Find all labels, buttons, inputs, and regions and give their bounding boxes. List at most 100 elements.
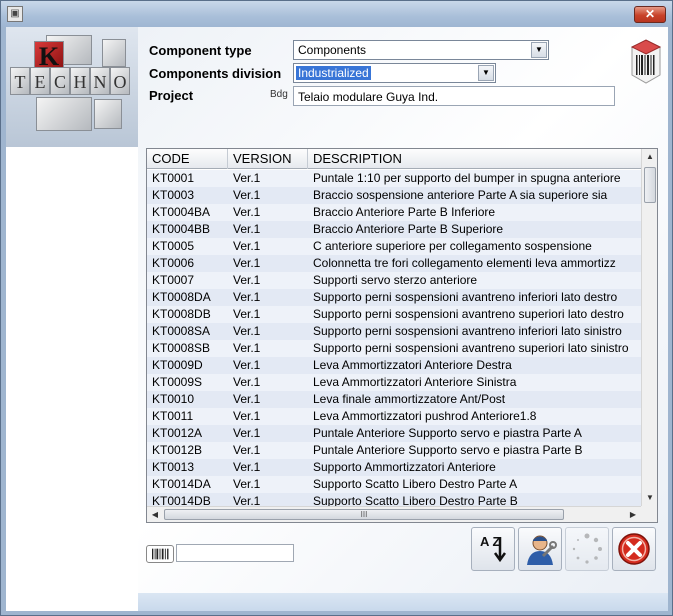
code-cell: KT0008SB bbox=[152, 341, 211, 355]
scroll-up-icon[interactable]: ▲ bbox=[642, 149, 657, 165]
exit-button[interactable] bbox=[612, 527, 656, 571]
scroll-right-icon[interactable]: ▶ bbox=[625, 507, 641, 522]
components-grid[interactable]: CODE VERSION DESCRIPTION KT0001 Ver.1 Punt… bbox=[146, 148, 658, 523]
horizontal-scrollbar[interactable]: ◀ III ▶ bbox=[147, 506, 641, 522]
scroll-down-icon[interactable]: ▼ bbox=[642, 490, 657, 506]
component-type-label: Component type bbox=[149, 43, 252, 58]
table-row[interactable]: KT0012B Ver.1 Puntale Anteriore Supporto s… bbox=[147, 442, 641, 459]
barcode-icon bbox=[146, 545, 174, 563]
component-type-value: Components bbox=[298, 43, 367, 57]
sort-az-button[interactable]: A Z bbox=[471, 527, 515, 571]
code-cell: KT0014DA bbox=[152, 477, 211, 491]
component-type-select[interactable]: Components ▼ bbox=[293, 40, 549, 60]
table-row[interactable]: KT0008DA Ver.1 Supporto perni sospensioni … bbox=[147, 289, 641, 306]
code-cell: KT0010 bbox=[152, 392, 195, 406]
description-cell: Puntale 1:10 per supporto del bumper in … bbox=[313, 171, 621, 185]
table-row[interactable]: KT0008SB Ver.1 Supporto perni sospensioni … bbox=[147, 340, 641, 357]
logo-cube-bottom-right bbox=[94, 99, 122, 129]
version-cell: Ver.1 bbox=[233, 409, 261, 423]
code-cell: KT0009D bbox=[152, 358, 203, 372]
scrollbar-corner bbox=[641, 506, 657, 522]
main-panel: Component type Components ▼ Components d… bbox=[138, 27, 668, 611]
version-cell: Ver.1 bbox=[233, 494, 261, 506]
components-division-value: Industrialized bbox=[296, 66, 371, 80]
code-cell: KT0006 bbox=[152, 256, 195, 270]
column-header-code[interactable]: CODE bbox=[147, 149, 228, 169]
table-row[interactable]: KT0009S Ver.1 Leva Ammortizzatori Anterior… bbox=[147, 374, 641, 391]
version-cell: Ver.1 bbox=[233, 324, 261, 338]
table-row[interactable]: KT0005 Ver.1 C anteriore superiore per col… bbox=[147, 238, 641, 255]
code-cell: KT0012A bbox=[152, 426, 203, 440]
code-cell: KT0003 bbox=[152, 188, 195, 202]
description-cell: Braccio Anteriore Parte B Superiore bbox=[313, 222, 504, 236]
column-header-description[interactable]: DESCRIPTION bbox=[308, 149, 641, 169]
logo-cube-e: E bbox=[30, 67, 50, 95]
busy-button[interactable] bbox=[565, 527, 609, 571]
description-cell: Leva Ammortizzatori Anteriore Sinistra bbox=[313, 375, 517, 389]
code-cell: KT0005 bbox=[152, 239, 195, 253]
code-cell: KT0004BA bbox=[152, 205, 211, 219]
version-cell: Ver.1 bbox=[233, 188, 261, 202]
code-cell: KT0009S bbox=[152, 375, 203, 389]
vertical-scroll-thumb[interactable] bbox=[644, 167, 656, 203]
version-cell: Ver.1 bbox=[233, 392, 261, 406]
project-field[interactable]: Telaio modulare Guya Ind. bbox=[293, 86, 615, 106]
code-cell: KT0001 bbox=[152, 171, 195, 185]
table-row[interactable]: KT0012A Ver.1 Puntale Anteriore Supporto s… bbox=[147, 425, 641, 442]
version-cell: Ver.1 bbox=[233, 477, 261, 491]
scroll-left-icon[interactable]: ◀ bbox=[147, 507, 163, 522]
table-row[interactable]: KT0004BB Ver.1 Braccio Anteriore Parte B S… bbox=[147, 221, 641, 238]
version-cell: Ver.1 bbox=[233, 273, 261, 287]
version-cell: Ver.1 bbox=[233, 443, 261, 457]
app-icon[interactable]: ▣ bbox=[7, 6, 23, 22]
components-division-select[interactable]: Industrialized ▼ bbox=[293, 63, 496, 83]
table-row[interactable]: KT0009D Ver.1 Leva Ammortizzatori Anterior… bbox=[147, 357, 641, 374]
table-row[interactable]: KT0014DA Ver.1 Supporto Scatto Libero Dest… bbox=[147, 476, 641, 493]
logo-panel: K T E C H N O bbox=[6, 27, 138, 611]
chevron-down-icon[interactable]: ▼ bbox=[531, 42, 547, 58]
description-cell: C anteriore superiore per collegamento s… bbox=[313, 239, 592, 253]
table-row[interactable]: KT0013 Ver.1 Supporto Ammortizzatori Anter… bbox=[147, 459, 641, 476]
table-row[interactable]: KT0004BA Ver.1 Braccio Anteriore Parte B I… bbox=[147, 204, 641, 221]
window-close-button[interactable]: ✕ bbox=[634, 6, 666, 23]
svg-text:A Z: A Z bbox=[480, 534, 501, 549]
version-cell: Ver.1 bbox=[233, 460, 261, 474]
column-header-version[interactable]: VERSION bbox=[228, 149, 308, 169]
technician-button[interactable] bbox=[518, 527, 562, 571]
logo-cube-t: T bbox=[10, 67, 30, 95]
table-row[interactable]: KT0001 Ver.1 Puntale 1:10 per supporto del… bbox=[147, 170, 641, 187]
version-cell: Ver.1 bbox=[233, 171, 261, 185]
table-row[interactable]: KT0003 Ver.1 Braccio sospensione anteriore… bbox=[147, 187, 641, 204]
chevron-down-icon[interactable]: ▼ bbox=[478, 65, 494, 81]
table-row[interactable]: KT0008SA Ver.1 Supporto perni sospensioni … bbox=[147, 323, 641, 340]
table-row[interactable]: KT0007 Ver.1 Supporti servo sterzo anterio… bbox=[147, 272, 641, 289]
barcode-input[interactable] bbox=[176, 544, 294, 562]
horizontal-scroll-thumb[interactable]: III bbox=[164, 509, 564, 520]
code-cell: KT0004BB bbox=[152, 222, 211, 236]
description-cell: Supporto perni sospensioni avantreno inf… bbox=[313, 290, 618, 304]
code-cell: KT0008DA bbox=[152, 290, 211, 304]
logo-cube-right bbox=[102, 39, 126, 67]
description-cell: Colonnetta tre fori collegamento element… bbox=[313, 256, 616, 270]
table-row[interactable]: KT0006 Ver.1 Colonnetta tre fori collegame… bbox=[147, 255, 641, 272]
version-cell: Ver.1 bbox=[233, 239, 261, 253]
vertical-scrollbar[interactable]: ▲ ▼ bbox=[641, 149, 657, 506]
table-row[interactable]: KT0014DB Ver.1 Supporto Scatto Libero Dest… bbox=[147, 493, 641, 506]
logo-cube-bottom bbox=[36, 97, 92, 131]
logo-cube-n: N bbox=[90, 67, 110, 95]
code-cell: KT0013 bbox=[152, 460, 195, 474]
logo-cube-h: H bbox=[70, 67, 90, 95]
version-cell: Ver.1 bbox=[233, 307, 261, 321]
table-row[interactable]: KT0010 Ver.1 Leva finale ammortizzatore An… bbox=[147, 391, 641, 408]
version-cell: Ver.1 bbox=[233, 358, 261, 372]
version-cell: Ver.1 bbox=[233, 222, 261, 236]
table-row[interactable]: KT0008DB Ver.1 Supporto perni sospensioni … bbox=[147, 306, 641, 323]
footer-strip bbox=[138, 593, 668, 611]
description-cell: Leva Ammortizzatori pushrod Anteriore1.8 bbox=[313, 409, 537, 423]
description-cell: Puntale Anteriore Supporto servo e piast… bbox=[313, 426, 582, 440]
description-cell: Supporto Scatto Libero Destro Parte A bbox=[313, 477, 518, 491]
table-row[interactable]: KT0011 Ver.1 Leva Ammortizzatori pushrod A… bbox=[147, 408, 641, 425]
code-cell: KT0011 bbox=[152, 409, 194, 423]
description-cell: Supporto Scatto Libero Destro Parte B bbox=[313, 494, 518, 506]
application-window: ▣ ✕ K T E C H N O Component type Compone… bbox=[0, 0, 673, 616]
